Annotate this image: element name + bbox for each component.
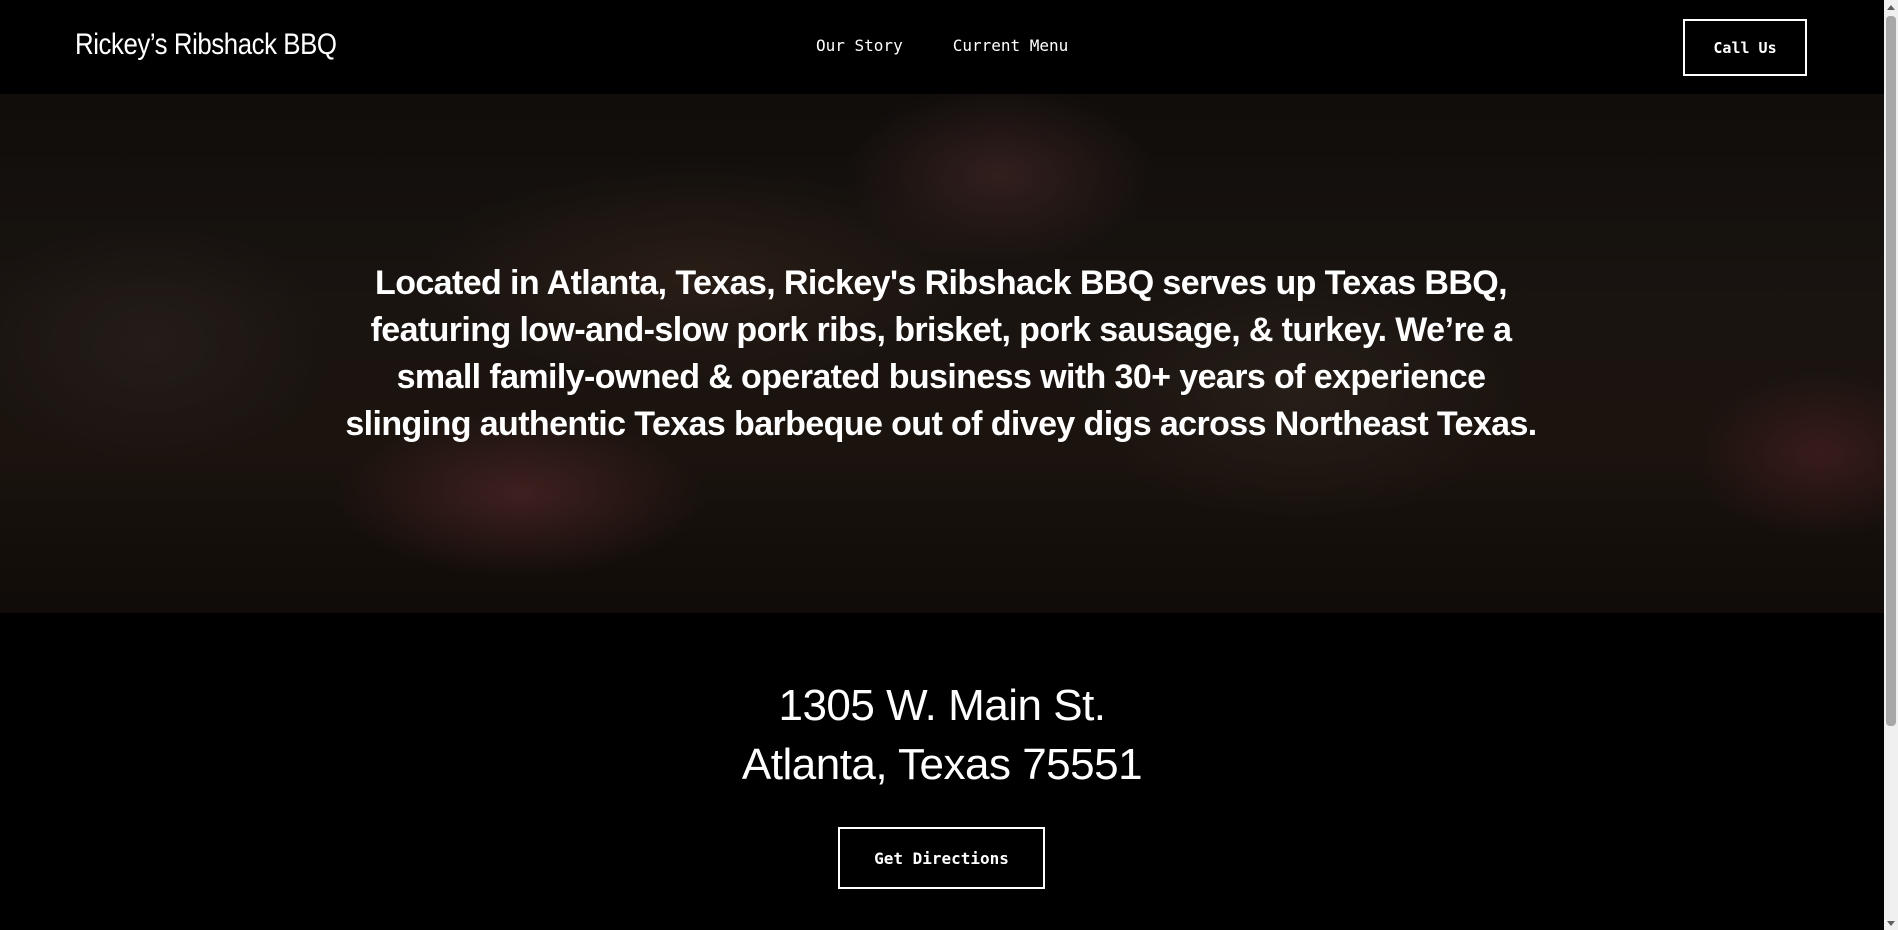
site-logo-title[interactable]: Rickey’s Ribshack BBQ: [75, 28, 337, 62]
hero-banner: Located in Atlanta, Texas, Rickey's Ribs…: [0, 94, 1884, 613]
nav-link-our-story[interactable]: Our Story: [816, 36, 903, 55]
call-us-button[interactable]: Call Us: [1683, 19, 1807, 76]
get-directions-button[interactable]: Get Directions: [838, 827, 1045, 889]
address-line-city: Atlanta, Texas 75551: [741, 740, 1143, 789]
nav-link-current-menu[interactable]: Current Menu: [953, 36, 1069, 55]
scroll-down-arrow-icon[interactable]: [1884, 916, 1898, 930]
address-block: 1305 W. Main St. Atlanta, Texas 75551: [0, 676, 1884, 794]
scroll-up-arrow-icon[interactable]: [1884, 0, 1898, 14]
scrollbar-thumb[interactable]: [1886, 16, 1896, 726]
address-line-street: 1305 W. Main St.: [778, 681, 1106, 730]
site-header: Rickey’s Ribshack BBQ Our Story Current …: [0, 0, 1884, 94]
main-nav: Our Story Current Menu: [816, 36, 1068, 55]
hero-description: Located in Atlanta, Texas, Rickey's Ribs…: [345, 264, 1537, 443]
vertical-scrollbar[interactable]: [1884, 0, 1898, 930]
page: Rickey’s Ribshack BBQ Our Story Current …: [0, 0, 1884, 930]
